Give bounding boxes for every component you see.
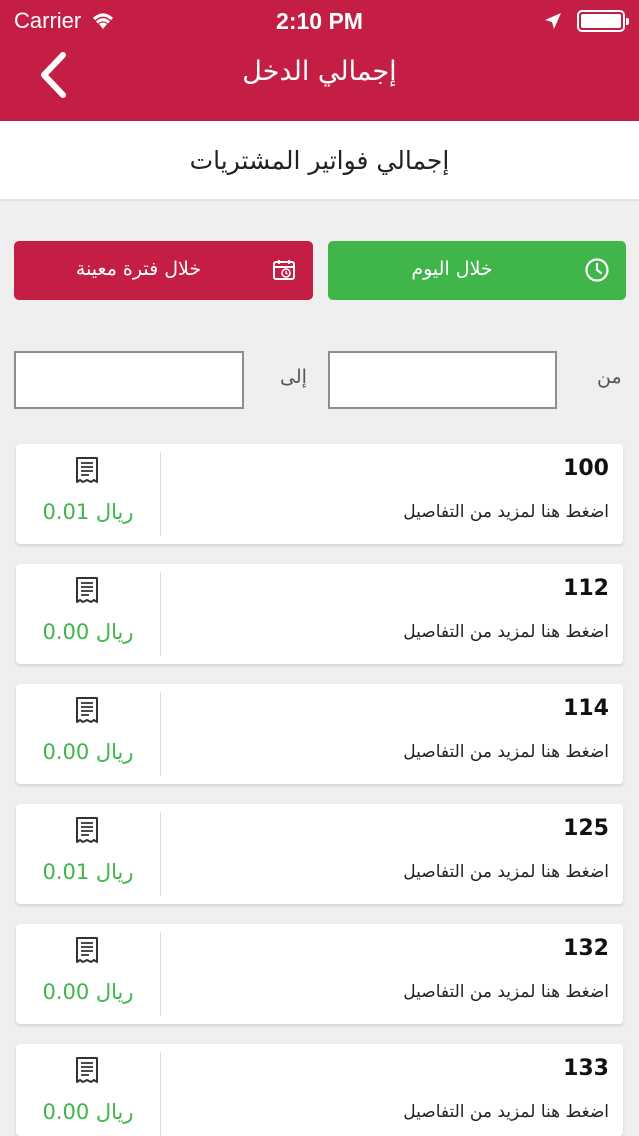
- status-time: 2:10 PM: [276, 7, 363, 34]
- invoice-number: 114: [563, 696, 609, 721]
- receipt-icon: [76, 817, 98, 843]
- receipt-icon: [76, 577, 98, 603]
- section-title: إجمالي فواتير المشتريات: [0, 121, 639, 201]
- invoice-card[interactable]: 114 اضغط هنا لمزيد من التفاصيل 0.00 ريال: [16, 684, 623, 784]
- period-filter-label: خلال فترة معينة: [75, 258, 202, 280]
- wifi-icon: [93, 13, 114, 29]
- invoice-card[interactable]: 100 اضغط هنا لمزيد من التفاصيل 0.01 ريال: [16, 444, 623, 544]
- invoice-number: 100: [563, 456, 609, 481]
- page-title: إجمالي الدخل: [242, 56, 397, 87]
- invoice-amount: 0.01 ريال: [42, 860, 134, 884]
- to-label: إلى: [280, 366, 307, 388]
- invoice-amount: 0.00 ريال: [42, 980, 134, 1004]
- invoice-number: 133: [563, 1056, 609, 1081]
- invoice-amount: 0.01 ريال: [42, 500, 134, 524]
- invoice-details-link[interactable]: اضغط هنا لمزيد من التفاصيل: [403, 742, 609, 762]
- invoice-details-link[interactable]: اضغط هنا لمزيد من التفاصيل: [403, 622, 609, 642]
- to-date-input[interactable]: [14, 351, 244, 409]
- from-label: من: [597, 366, 622, 388]
- carrier-label: Carrier: [14, 8, 82, 33]
- receipt-icon: [76, 1057, 98, 1083]
- receipt-icon: [76, 457, 98, 483]
- invoice-card[interactable]: 133 اضغط هنا لمزيد من التفاصيل 0.00 ريال: [16, 1044, 623, 1136]
- navigation-bar: إجمالي الدخل: [0, 42, 639, 121]
- invoice-number: 112: [563, 576, 609, 601]
- invoice-details-link[interactable]: اضغط هنا لمزيد من التفاصيل: [403, 502, 609, 522]
- invoice-card[interactable]: 132 اضغط هنا لمزيد من التفاصيل 0.00 ريال: [16, 924, 623, 1024]
- clock-icon: [585, 258, 609, 282]
- invoice-card[interactable]: 112 اضغط هنا لمزيد من التفاصيل 0.00 ريال: [16, 564, 623, 664]
- from-date-input[interactable]: [328, 351, 557, 409]
- calendar-clock-icon: [273, 260, 295, 280]
- status-bar: Carrier 2:10 PM: [0, 0, 639, 42]
- card-divider: [160, 932, 161, 1016]
- location-arrow-icon: [545, 13, 561, 29]
- card-divider: [160, 1052, 161, 1136]
- invoice-amount: 0.00 ريال: [42, 740, 134, 764]
- card-divider: [160, 572, 161, 656]
- invoice-amount: 0.00 ريال: [42, 1100, 134, 1124]
- invoice-amount: 0.00 ريال: [42, 620, 134, 644]
- period-filter-button[interactable]: خلال فترة معينة: [14, 241, 313, 300]
- card-divider: [160, 452, 161, 536]
- invoice-details-link[interactable]: اضغط هنا لمزيد من التفاصيل: [403, 1102, 609, 1122]
- card-divider: [160, 812, 161, 896]
- receipt-icon: [76, 697, 98, 723]
- invoice-number: 125: [563, 816, 609, 841]
- invoice-card[interactable]: 125 اضغط هنا لمزيد من التفاصيل 0.01 ريال: [16, 804, 623, 904]
- today-filter-label: خلال اليوم: [411, 258, 493, 280]
- invoice-details-link[interactable]: اضغط هنا لمزيد من التفاصيل: [403, 982, 609, 1002]
- card-divider: [160, 692, 161, 776]
- battery-icon: [577, 10, 629, 32]
- invoice-number: 132: [563, 936, 609, 961]
- invoice-details-link[interactable]: اضغط هنا لمزيد من التفاصيل: [403, 862, 609, 882]
- top-bar: Carrier 2:10 PM إجمالي الدخل: [0, 0, 639, 121]
- receipt-icon: [76, 937, 98, 963]
- today-filter-button[interactable]: خلال اليوم: [328, 241, 626, 300]
